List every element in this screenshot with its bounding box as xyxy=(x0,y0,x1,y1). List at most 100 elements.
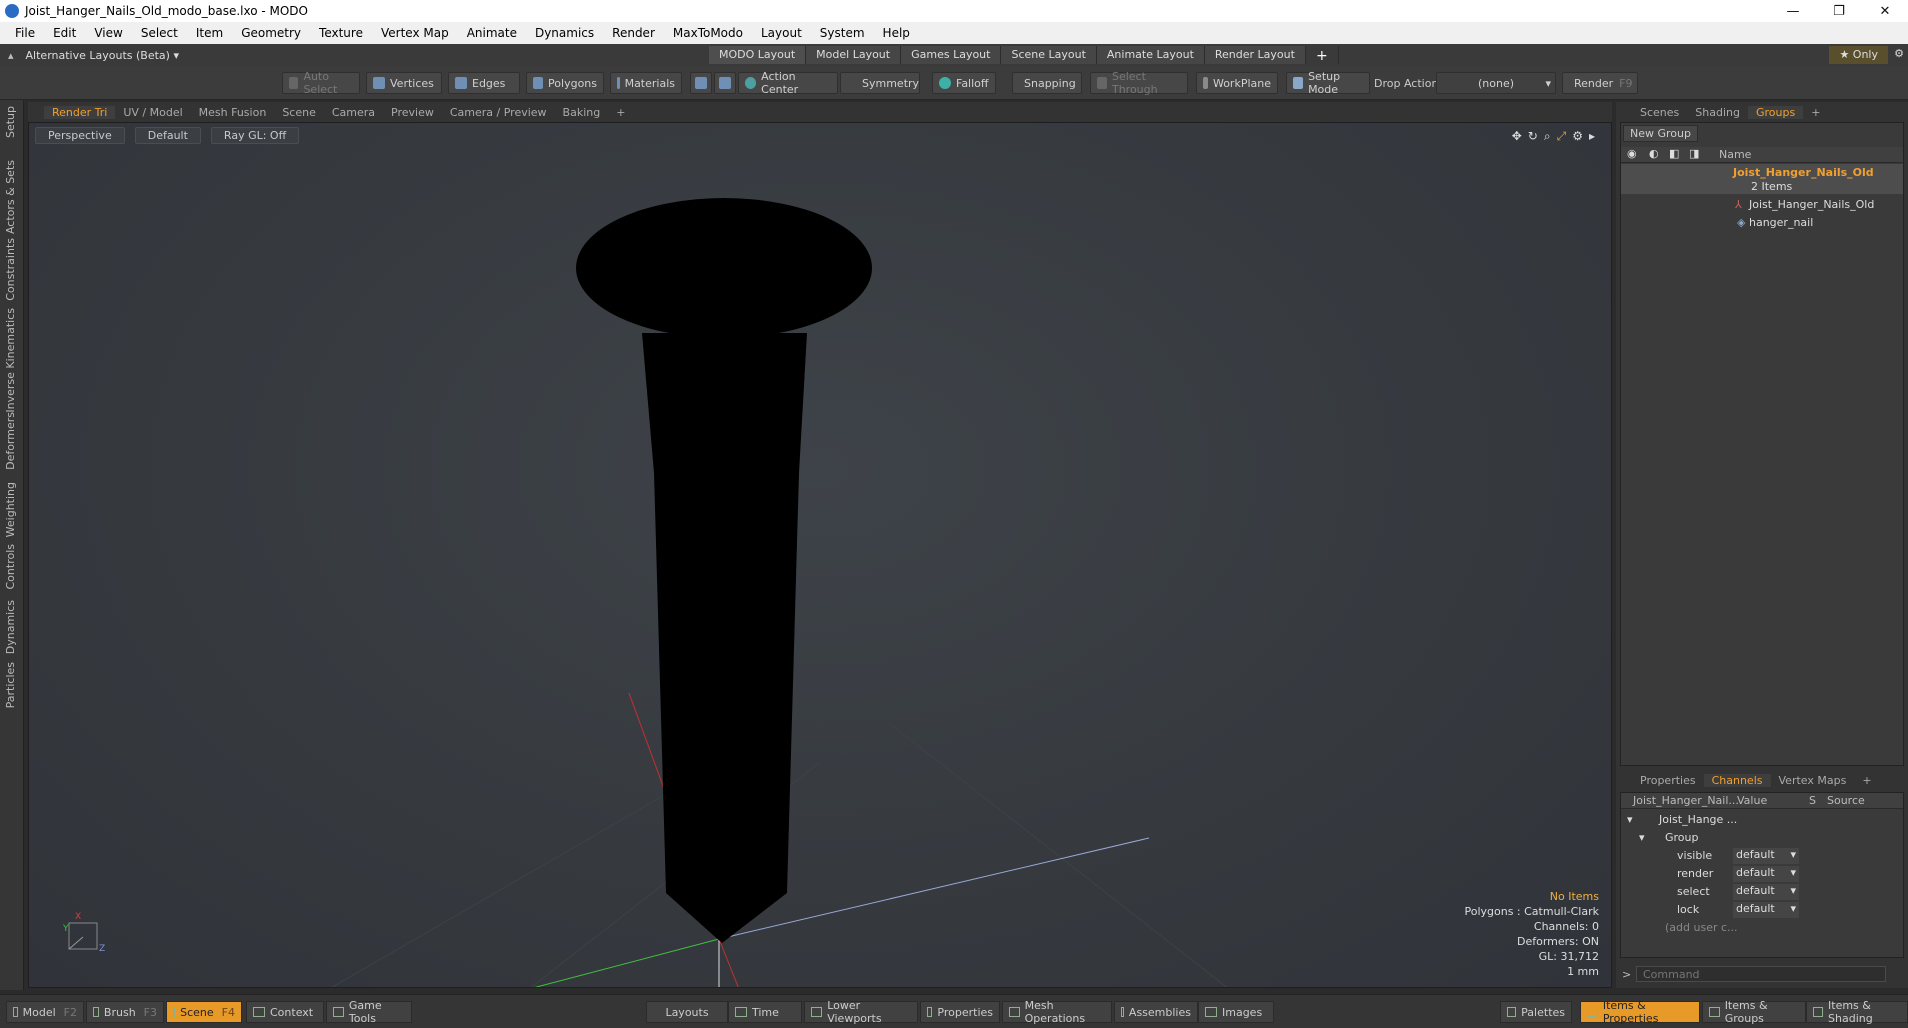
palettes-button[interactable]: Palettes xyxy=(1500,1001,1572,1023)
eye-icon[interactable]: ◉ xyxy=(1627,147,1637,160)
tab-vertex-maps[interactable]: Vertex Maps xyxy=(1771,774,1855,787)
menu-file[interactable]: File xyxy=(6,26,44,40)
properties-button[interactable]: Properties xyxy=(920,1001,1000,1023)
layouts-button[interactable]: Layouts xyxy=(646,1001,728,1023)
channel-group-row[interactable]: ▾ Group xyxy=(1621,829,1903,847)
assemblies-button[interactable]: Assemblies xyxy=(1114,1001,1198,1023)
menu-system[interactable]: System xyxy=(811,26,874,40)
items-shading-button[interactable]: Items & Shading xyxy=(1806,999,1908,1025)
minimize-button[interactable]: — xyxy=(1770,0,1816,22)
menu-select[interactable]: Select xyxy=(132,26,187,40)
select-through-button[interactable]: Select Through xyxy=(1090,70,1188,96)
items-groups-button[interactable]: Items & Groups xyxy=(1702,999,1806,1025)
channel-value-dropdown[interactable]: default xyxy=(1733,866,1799,882)
mesh-operations-button[interactable]: Mesh Operations xyxy=(1002,999,1112,1025)
tab-baking[interactable]: Baking xyxy=(555,106,609,119)
action-center-button[interactable]: Action Center xyxy=(738,70,838,96)
channel-row-render[interactable]: render default xyxy=(1621,865,1903,883)
channel-item-row[interactable]: ▾ Joist_Hange ... xyxy=(1621,811,1903,829)
play-icon[interactable]: ▸ xyxy=(1589,129,1595,144)
game-tools-button[interactable]: Game Tools xyxy=(326,999,412,1025)
vertices-button[interactable]: Vertices xyxy=(366,72,442,94)
lower-viewports-button[interactable]: Lower Viewports xyxy=(804,999,918,1025)
context-button[interactable]: Context xyxy=(246,1001,324,1023)
menu-view[interactable]: View xyxy=(85,26,131,40)
tab-channels[interactable]: Channels xyxy=(1703,773,1771,787)
tab-scene-layout[interactable]: Scene Layout xyxy=(1001,46,1097,64)
menu-vertex-map[interactable]: Vertex Map xyxy=(372,26,458,40)
tab-mesh-fusion[interactable]: Mesh Fusion xyxy=(191,106,275,119)
tab-scenes[interactable]: Scenes xyxy=(1632,106,1687,119)
left-tab-actors-sets[interactable]: Actors & Sets xyxy=(4,160,17,234)
items-properties-button[interactable]: Items & Properties xyxy=(1580,999,1700,1025)
left-tab-controls[interactable]: Controls xyxy=(4,544,17,590)
channel-row-lock[interactable]: lock default xyxy=(1621,901,1903,919)
lock-icon[interactable]: ◨ xyxy=(1689,147,1699,160)
settings-icon[interactable]: ⚙ xyxy=(1572,129,1583,144)
menu-layout[interactable]: Layout xyxy=(752,26,811,40)
tab-groups[interactable]: Groups xyxy=(1747,105,1804,119)
polygons-button[interactable]: Polygons xyxy=(526,72,604,94)
layout-expand-icon[interactable]: ▴ xyxy=(8,49,14,62)
raygl-toggle[interactable]: Ray GL: Off xyxy=(210,127,300,144)
shading-dropdown[interactable]: Default xyxy=(134,127,201,144)
close-button[interactable]: ✕ xyxy=(1862,0,1908,22)
view-type-dropdown[interactable]: Perspective xyxy=(35,127,125,144)
menu-geometry[interactable]: Geometry xyxy=(232,26,310,40)
add-panel-tab-button[interactable]: + xyxy=(1803,106,1828,119)
time-button[interactable]: Time xyxy=(728,1001,802,1023)
left-tab-constraints[interactable]: Constraints xyxy=(4,238,17,301)
group-child-row[interactable]: ⅄ Joist_Hanger_Nails_Old xyxy=(1621,196,1903,214)
snapping-button[interactable]: Snapping xyxy=(1012,72,1082,94)
drop-action-dropdown[interactable]: (none) ▾ xyxy=(1436,72,1556,94)
tab-shading[interactable]: Shading xyxy=(1687,106,1748,119)
tab-model-layout[interactable]: Model Layout xyxy=(806,46,902,64)
scene-button[interactable]: Scene F4 xyxy=(166,1001,242,1023)
add-layout-button[interactable]: + xyxy=(1306,46,1339,64)
maximize-icon[interactable]: ⤢ xyxy=(1557,129,1567,144)
add-user-channel-row[interactable]: (add user c... xyxy=(1621,919,1903,937)
model-button[interactable]: Model F2 xyxy=(6,1001,84,1023)
left-tab-setup[interactable]: Setup xyxy=(4,106,17,138)
alternative-layouts-dropdown[interactable]: Alternative Layouts (Beta) ▾ xyxy=(26,49,179,62)
menu-edit[interactable]: Edit xyxy=(44,26,85,40)
channel-value-dropdown[interactable]: default xyxy=(1733,884,1799,900)
3d-viewport[interactable]: Y Z X Perspective Default Ray GL: Off ✥ … xyxy=(28,122,1612,988)
rotate-icon[interactable]: ↻ xyxy=(1528,129,1538,144)
tab-games-layout[interactable]: Games Layout xyxy=(901,46,1002,64)
select-mode-shield2-icon[interactable] xyxy=(714,72,736,94)
add-panel-tab-button[interactable]: + xyxy=(1854,774,1879,787)
menu-texture[interactable]: Texture xyxy=(310,26,372,40)
group-child-row[interactable]: ◈ hanger_nail xyxy=(1621,214,1903,232)
render-toggle-icon[interactable]: ◐ xyxy=(1649,147,1659,160)
tab-render-layout[interactable]: Render Layout xyxy=(1204,46,1306,64)
tab-camera-preview[interactable]: Camera / Preview xyxy=(442,106,555,119)
zoom-icon[interactable]: ⌕ xyxy=(1544,129,1551,144)
gear-icon[interactable]: ⚙ xyxy=(1894,47,1904,60)
tab-camera[interactable]: Camera xyxy=(324,106,383,119)
channel-row-select[interactable]: select default xyxy=(1621,883,1903,901)
render-button[interactable]: Render F9 xyxy=(1562,72,1638,94)
tab-render-tri[interactable]: Render Tri xyxy=(44,105,116,119)
select-mode-shield-icon[interactable] xyxy=(690,72,712,94)
workplane-button[interactable]: WorkPlane xyxy=(1196,72,1278,94)
left-tab-deformers[interactable]: Deformers xyxy=(4,412,17,470)
command-input[interactable] xyxy=(1636,966,1886,982)
channel-row-visible[interactable]: visible default xyxy=(1621,847,1903,865)
new-group-button[interactable]: New Group xyxy=(1623,125,1698,142)
menu-animate[interactable]: Animate xyxy=(458,26,526,40)
tab-scene[interactable]: Scene xyxy=(274,106,324,119)
tab-properties[interactable]: Properties xyxy=(1632,774,1704,787)
menu-maxtomodo[interactable]: MaxToModo xyxy=(664,26,752,40)
auto-select-button[interactable]: Auto Select xyxy=(282,70,360,96)
materials-button[interactable]: Materials xyxy=(610,72,682,94)
falloff-button[interactable]: Falloff xyxy=(932,72,996,94)
select-toggle-icon[interactable]: ◧ xyxy=(1669,147,1679,160)
left-tab-inverse-kinematics[interactable]: Inverse Kinematics xyxy=(4,308,17,413)
menu-item[interactable]: Item xyxy=(187,26,232,40)
expand-icon[interactable]: ▾ xyxy=(1639,831,1645,844)
tab-animate-layout[interactable]: Animate Layout xyxy=(1096,46,1205,64)
group-row[interactable]: Joist_Hanger_Nails_Old 2 Items xyxy=(1621,164,1903,194)
channel-value-dropdown[interactable]: default xyxy=(1733,848,1799,864)
symmetry-button[interactable]: Symmetry xyxy=(840,72,920,94)
